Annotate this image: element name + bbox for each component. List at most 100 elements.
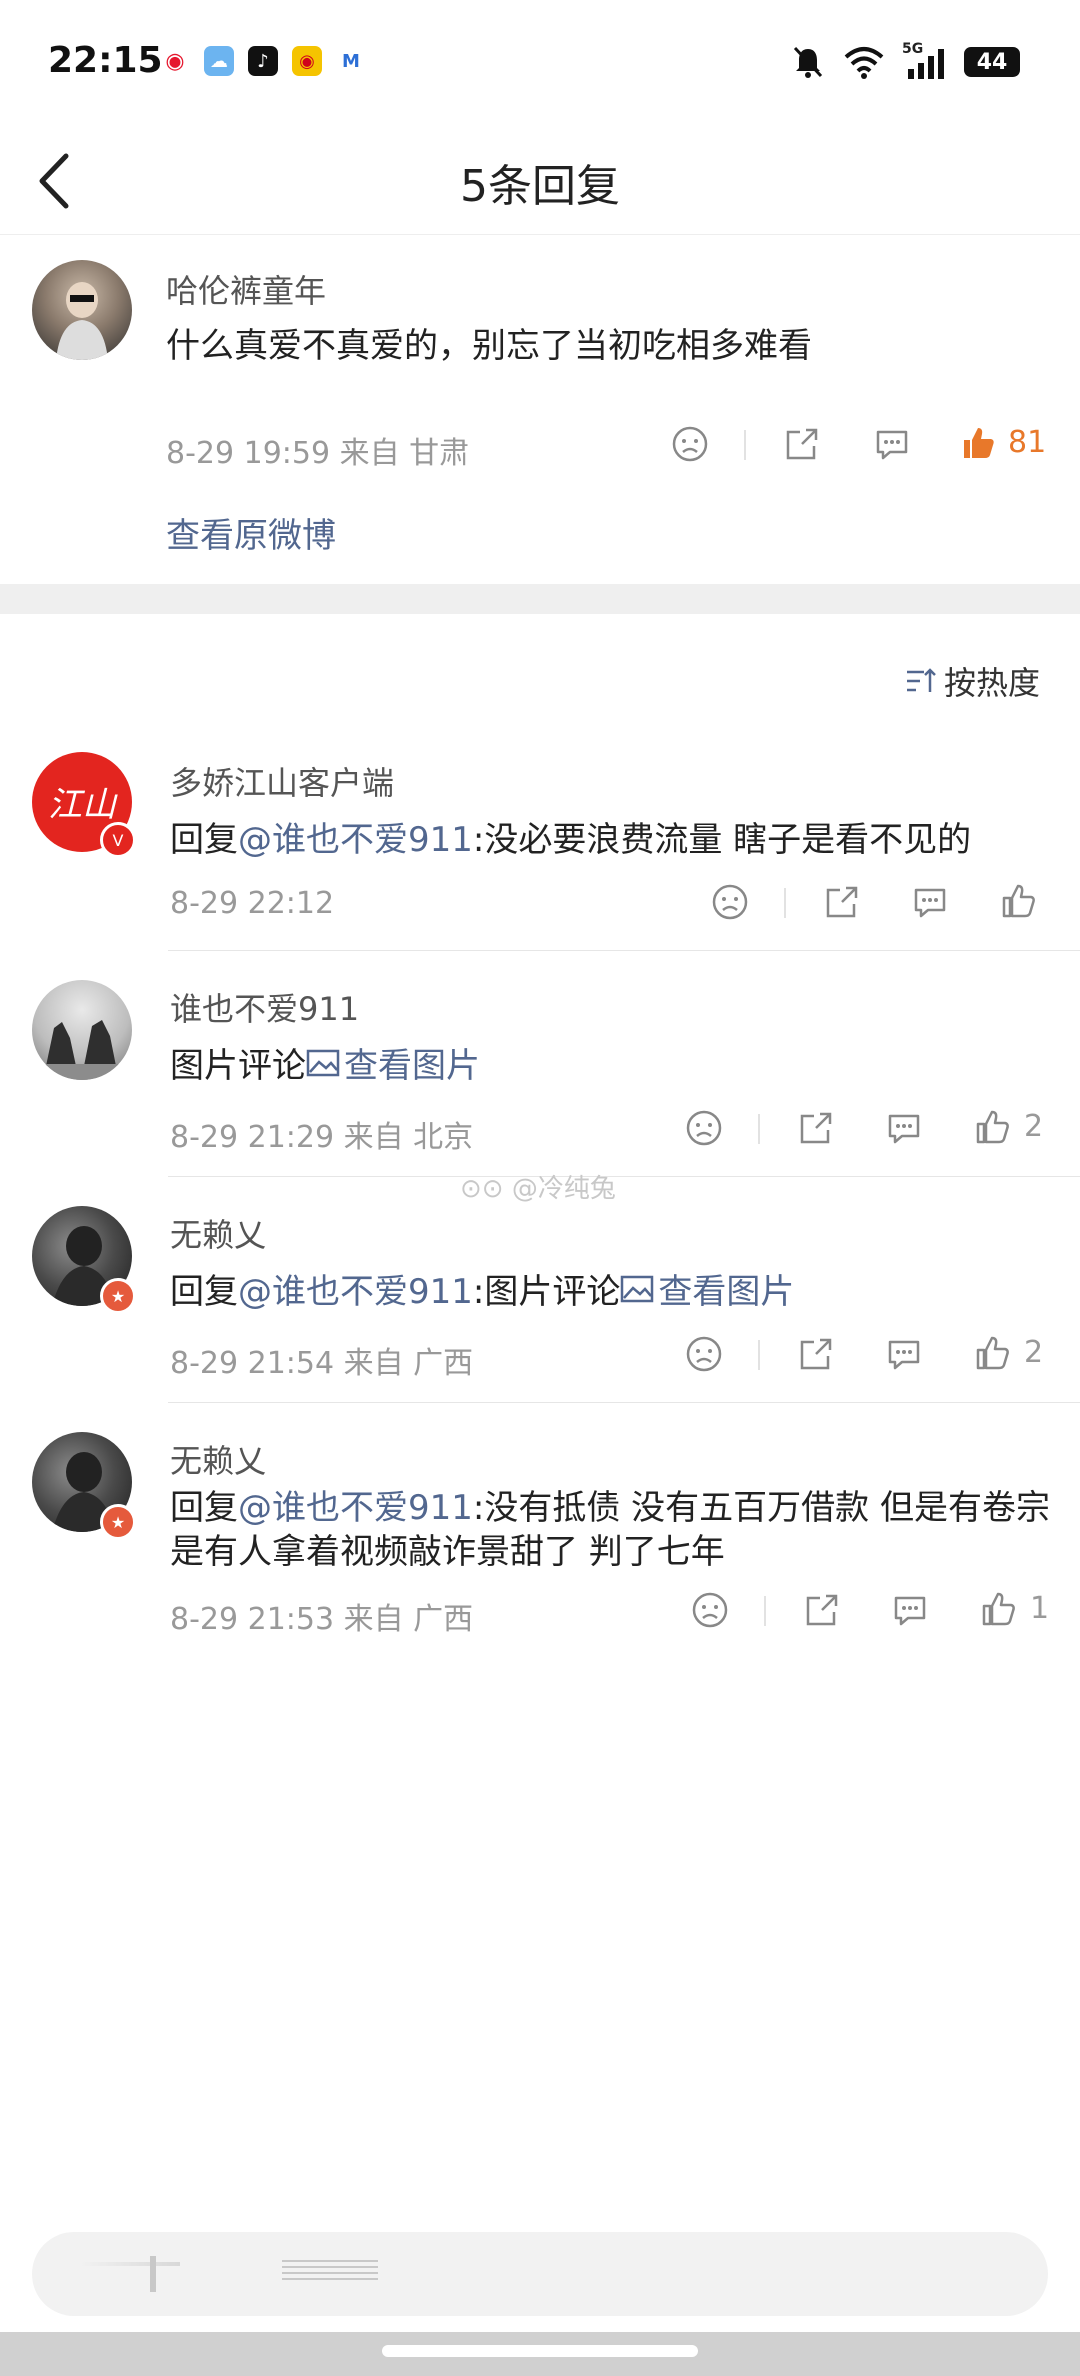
reply-prefix: 回复 (170, 820, 238, 860)
thumbs-up-icon (976, 1110, 1009, 1144)
share-icon (806, 1594, 838, 1626)
wifi-icon (844, 47, 884, 79)
share-button[interactable] (796, 1334, 836, 1378)
share-button[interactable] (802, 1590, 842, 1634)
input-placeholder-blur (80, 2262, 180, 2266)
share-button[interactable] (782, 424, 822, 468)
page-title: 5条回复 (460, 161, 620, 212)
home-indicator[interactable] (382, 2345, 698, 2357)
like-count: 1 (1030, 1590, 1050, 1626)
action-divider (764, 1596, 766, 1626)
avatar[interactable] (32, 980, 132, 1080)
share-icon (800, 1112, 832, 1144)
view-image-label: 查看图片 (658, 1272, 795, 1312)
watermark-text: @冷纯兔 (511, 1174, 616, 1204)
weibo-app-icon-2: ◉ (292, 46, 322, 76)
dislike-button[interactable] (690, 1590, 730, 1634)
like-button[interactable] (998, 880, 1038, 924)
thumbs-up-icon (976, 1336, 1009, 1370)
reply-text: 图片评论 查看图片 (170, 1038, 480, 1087)
svg-text:江山: 江山 (48, 785, 118, 825)
avatar[interactable] (32, 260, 132, 360)
reply-divider (168, 1402, 1080, 1403)
network-type: 5G (902, 41, 924, 57)
reply-body: :没必要浪费流量 瞎子是看不见的 (472, 820, 972, 860)
reply-divider (168, 950, 1080, 951)
avatar-image (32, 1020, 132, 1080)
member-badge-icon: ★ (100, 1504, 136, 1540)
mention-link[interactable]: @谁也不爱911 (238, 1264, 473, 1313)
comment-button[interactable] (890, 1590, 930, 1634)
share-button[interactable] (796, 1108, 836, 1152)
sort-label: 按热度 (943, 664, 1040, 702)
reply-username[interactable]: 谁也不爱911 (170, 984, 359, 1030)
like-button[interactable]: 2 (972, 1332, 1043, 1372)
reply-meta: 8-29 21:54 来自 广西 (170, 1346, 474, 1381)
status-bar: 22:15 ◉ ☁ ♪ ◉ M 5G 44 (0, 0, 1080, 130)
root-meta: 8-29 19:59 来自 甘肃 (166, 436, 470, 471)
watermark: ⊙⊙ @冷纯兔 (460, 1168, 616, 1205)
battery-indicator: 44 (964, 47, 1020, 77)
reply-prefix: 回复 (170, 1488, 238, 1528)
thumbs-up-icon (1002, 884, 1035, 918)
reply-input[interactable] (32, 2232, 1048, 2316)
page-header: 5条回复 (0, 130, 1080, 235)
comment-button[interactable] (884, 1334, 924, 1378)
mute-bell-icon (793, 46, 823, 78)
share-button[interactable] (822, 882, 862, 926)
mention-link[interactable]: @谁也不爱911 (238, 1488, 473, 1528)
weather-app-icon: ☁ (204, 46, 234, 76)
signal-icon: 5G (902, 41, 946, 79)
sad-face-icon (672, 426, 708, 462)
action-divider (758, 1340, 760, 1370)
comment-button[interactable] (872, 424, 912, 468)
image-icon (306, 1049, 340, 1076)
image-icon (621, 1275, 654, 1302)
mail-app-icon: M (336, 46, 366, 76)
reply-text: 回复 @谁也不爱911:图片评论 查看图片 (170, 1264, 794, 1313)
dislike-button[interactable] (684, 1108, 724, 1152)
share-icon (826, 886, 858, 918)
sad-face-icon (692, 1592, 728, 1628)
root-username[interactable]: 哈伦裤童年 (166, 266, 326, 312)
like-button[interactable]: 81 (958, 422, 1046, 462)
reply-username[interactable]: 无赖乂 (170, 1210, 266, 1256)
comment-bubble-icon (876, 430, 908, 460)
dislike-button[interactable] (710, 882, 750, 926)
reply-prefix: 回复 (170, 1272, 238, 1312)
section-separator (0, 584, 1080, 614)
comment-bubble-icon (914, 888, 946, 918)
input-placeholder-lines (282, 2260, 378, 2262)
reply-username[interactable]: 多娇江山客户端 (170, 758, 394, 804)
comment-button[interactable] (884, 1108, 924, 1152)
like-count: 2 (1024, 1334, 1044, 1370)
sad-face-icon (686, 1336, 722, 1372)
system-icons: 5G 44 (790, 41, 1020, 80)
sort-button[interactable]: 按热度 (904, 658, 1040, 704)
like-button[interactable]: 2 (972, 1106, 1043, 1146)
sort-icon (906, 668, 936, 692)
action-divider (758, 1114, 760, 1144)
reply-divider (168, 1176, 1080, 1177)
dislike-button[interactable] (684, 1334, 724, 1378)
avatar-image (56, 282, 108, 360)
reply-meta: 8-29 21:29 来自 北京 (170, 1120, 474, 1155)
member-badge-icon: ★ (100, 1278, 136, 1314)
thumbs-up-icon (982, 1592, 1015, 1626)
status-time: 22:15 (48, 40, 163, 81)
dislike-button[interactable] (670, 424, 710, 468)
view-original-link[interactable]: 查看原微博 (166, 508, 336, 557)
share-icon (800, 1338, 832, 1370)
reply-username[interactable]: 无赖乂 (170, 1436, 266, 1482)
comment-button[interactable] (910, 882, 950, 926)
view-image-link[interactable]: 查看图片 (620, 1264, 794, 1313)
reply-meta: 8-29 22:12 (170, 886, 335, 921)
notification-icons: ◉ ☁ ♪ ◉ M (160, 46, 366, 76)
like-button[interactable]: 1 (978, 1588, 1049, 1628)
reply-text: 回复@谁也不爱911:没有抵债 没有五百万借款 但是有卷宗是有人拿着视频敲诈景甜… (170, 1486, 1050, 1574)
comment-bubble-icon (888, 1114, 920, 1144)
mention-link[interactable]: @谁也不爱911 (238, 820, 473, 860)
like-count: 2 (1024, 1108, 1044, 1144)
share-icon (786, 428, 818, 460)
view-image-link[interactable]: 查看图片 (306, 1038, 480, 1087)
